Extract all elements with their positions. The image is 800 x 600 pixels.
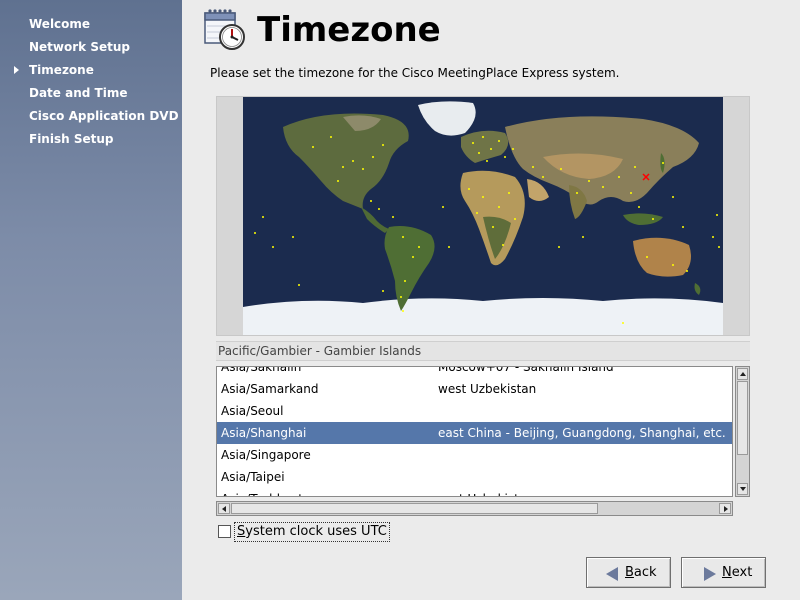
utc-label-text: ystem clock uses UTC: [245, 524, 387, 539]
sidebar-item-cisco-application-dvd[interactable]: Cisco Application DVD: [29, 108, 179, 124]
map-frame: [216, 96, 750, 336]
timezone-list-row-selected[interactable]: Asia/Shanghai east China - Beijing, Guan…: [217, 422, 732, 444]
arrow-down-icon: [740, 487, 746, 491]
clock-calendar-icon: [204, 9, 245, 50]
back-button[interactable]: Back: [586, 557, 671, 588]
timezone-name: Asia/Sakhalin: [221, 366, 302, 374]
utc-checkbox-label[interactable]: System clock uses UTC: [234, 522, 390, 542]
timezone-description: west Uzbekistan: [438, 382, 537, 396]
timezone-list-row[interactable]: Asia/Taipei: [217, 466, 732, 488]
sidebar-item-timezone[interactable]: Timezone: [29, 62, 94, 78]
timezone-list-row[interactable]: Asia/Tashkent east Uzbekistan: [217, 488, 732, 496]
timezone-name: Asia/Taipei: [221, 470, 285, 484]
utc-checkbox[interactable]: [218, 525, 231, 538]
timezone-list-row[interactable]: Asia/Seoul: [217, 400, 732, 422]
next-button[interactable]: Next: [681, 557, 766, 588]
timezone-description: Moscow+07 - Sakhalin Island: [438, 366, 614, 374]
back-label: ack: [633, 565, 657, 580]
hovered-timezone-label: Pacific/Gambier - Gambier Islands: [216, 341, 750, 361]
sidebar-item-date-and-time[interactable]: Date and Time: [29, 85, 127, 101]
next-label: ext: [731, 565, 753, 580]
scroll-right-button[interactable]: [719, 503, 731, 514]
timezone-description: east China - Beijing, Guangdong, Shangha…: [438, 426, 726, 440]
back-arrow-icon: [606, 567, 618, 581]
timezone-list-row[interactable]: Asia/Samarkand west Uzbekistan: [217, 378, 732, 400]
sidebar-item-welcome[interactable]: Welcome: [29, 16, 90, 32]
sidebar-item-network-setup[interactable]: Network Setup: [29, 39, 130, 55]
timezone-name: Asia/Shanghai: [221, 426, 307, 440]
instructions-text: Please set the timezone for the Cisco Me…: [210, 66, 620, 80]
arrow-left-icon: [222, 506, 226, 512]
back-mnemonic: B: [625, 565, 634, 580]
vertical-scrollbar-thumb[interactable]: [737, 381, 748, 455]
timezone-name: Asia/Singapore: [221, 448, 311, 462]
world-map[interactable]: [243, 97, 723, 335]
list-vertical-scrollbar[interactable]: [735, 366, 750, 497]
timezone-name: Asia/Samarkand: [221, 382, 319, 396]
page-title: Timezone: [257, 10, 441, 50]
arrow-up-icon: [740, 372, 746, 376]
timezone-name: Asia/Tashkent: [221, 488, 303, 496]
next-mnemonic: N: [722, 565, 732, 580]
scroll-left-button[interactable]: [218, 503, 230, 514]
sidebar-item-finish-setup[interactable]: Finish Setup: [29, 131, 113, 147]
next-arrow-icon: [704, 567, 716, 581]
timezone-description: east Uzbekistan: [438, 488, 534, 496]
current-step-arrow-icon: [14, 66, 19, 74]
timezone-name: Asia/Seoul: [221, 404, 284, 418]
scroll-down-button[interactable]: [737, 483, 748, 495]
timezone-list-row[interactable]: Asia/Sakhalin Moscow+07 - Sakhalin Islan…: [217, 366, 732, 378]
list-horizontal-scrollbar[interactable]: [216, 501, 733, 516]
scroll-up-button[interactable]: [737, 368, 748, 380]
arrow-right-icon: [724, 506, 728, 512]
sidebar: Welcome Network Setup Timezone Date and …: [0, 0, 182, 600]
timezone-list-row[interactable]: Asia/Singapore: [217, 444, 732, 466]
horizontal-scrollbar-thumb[interactable]: [231, 503, 598, 514]
timezone-list[interactable]: Asia/Sakhalin Moscow+07 - Sakhalin Islan…: [216, 366, 733, 497]
